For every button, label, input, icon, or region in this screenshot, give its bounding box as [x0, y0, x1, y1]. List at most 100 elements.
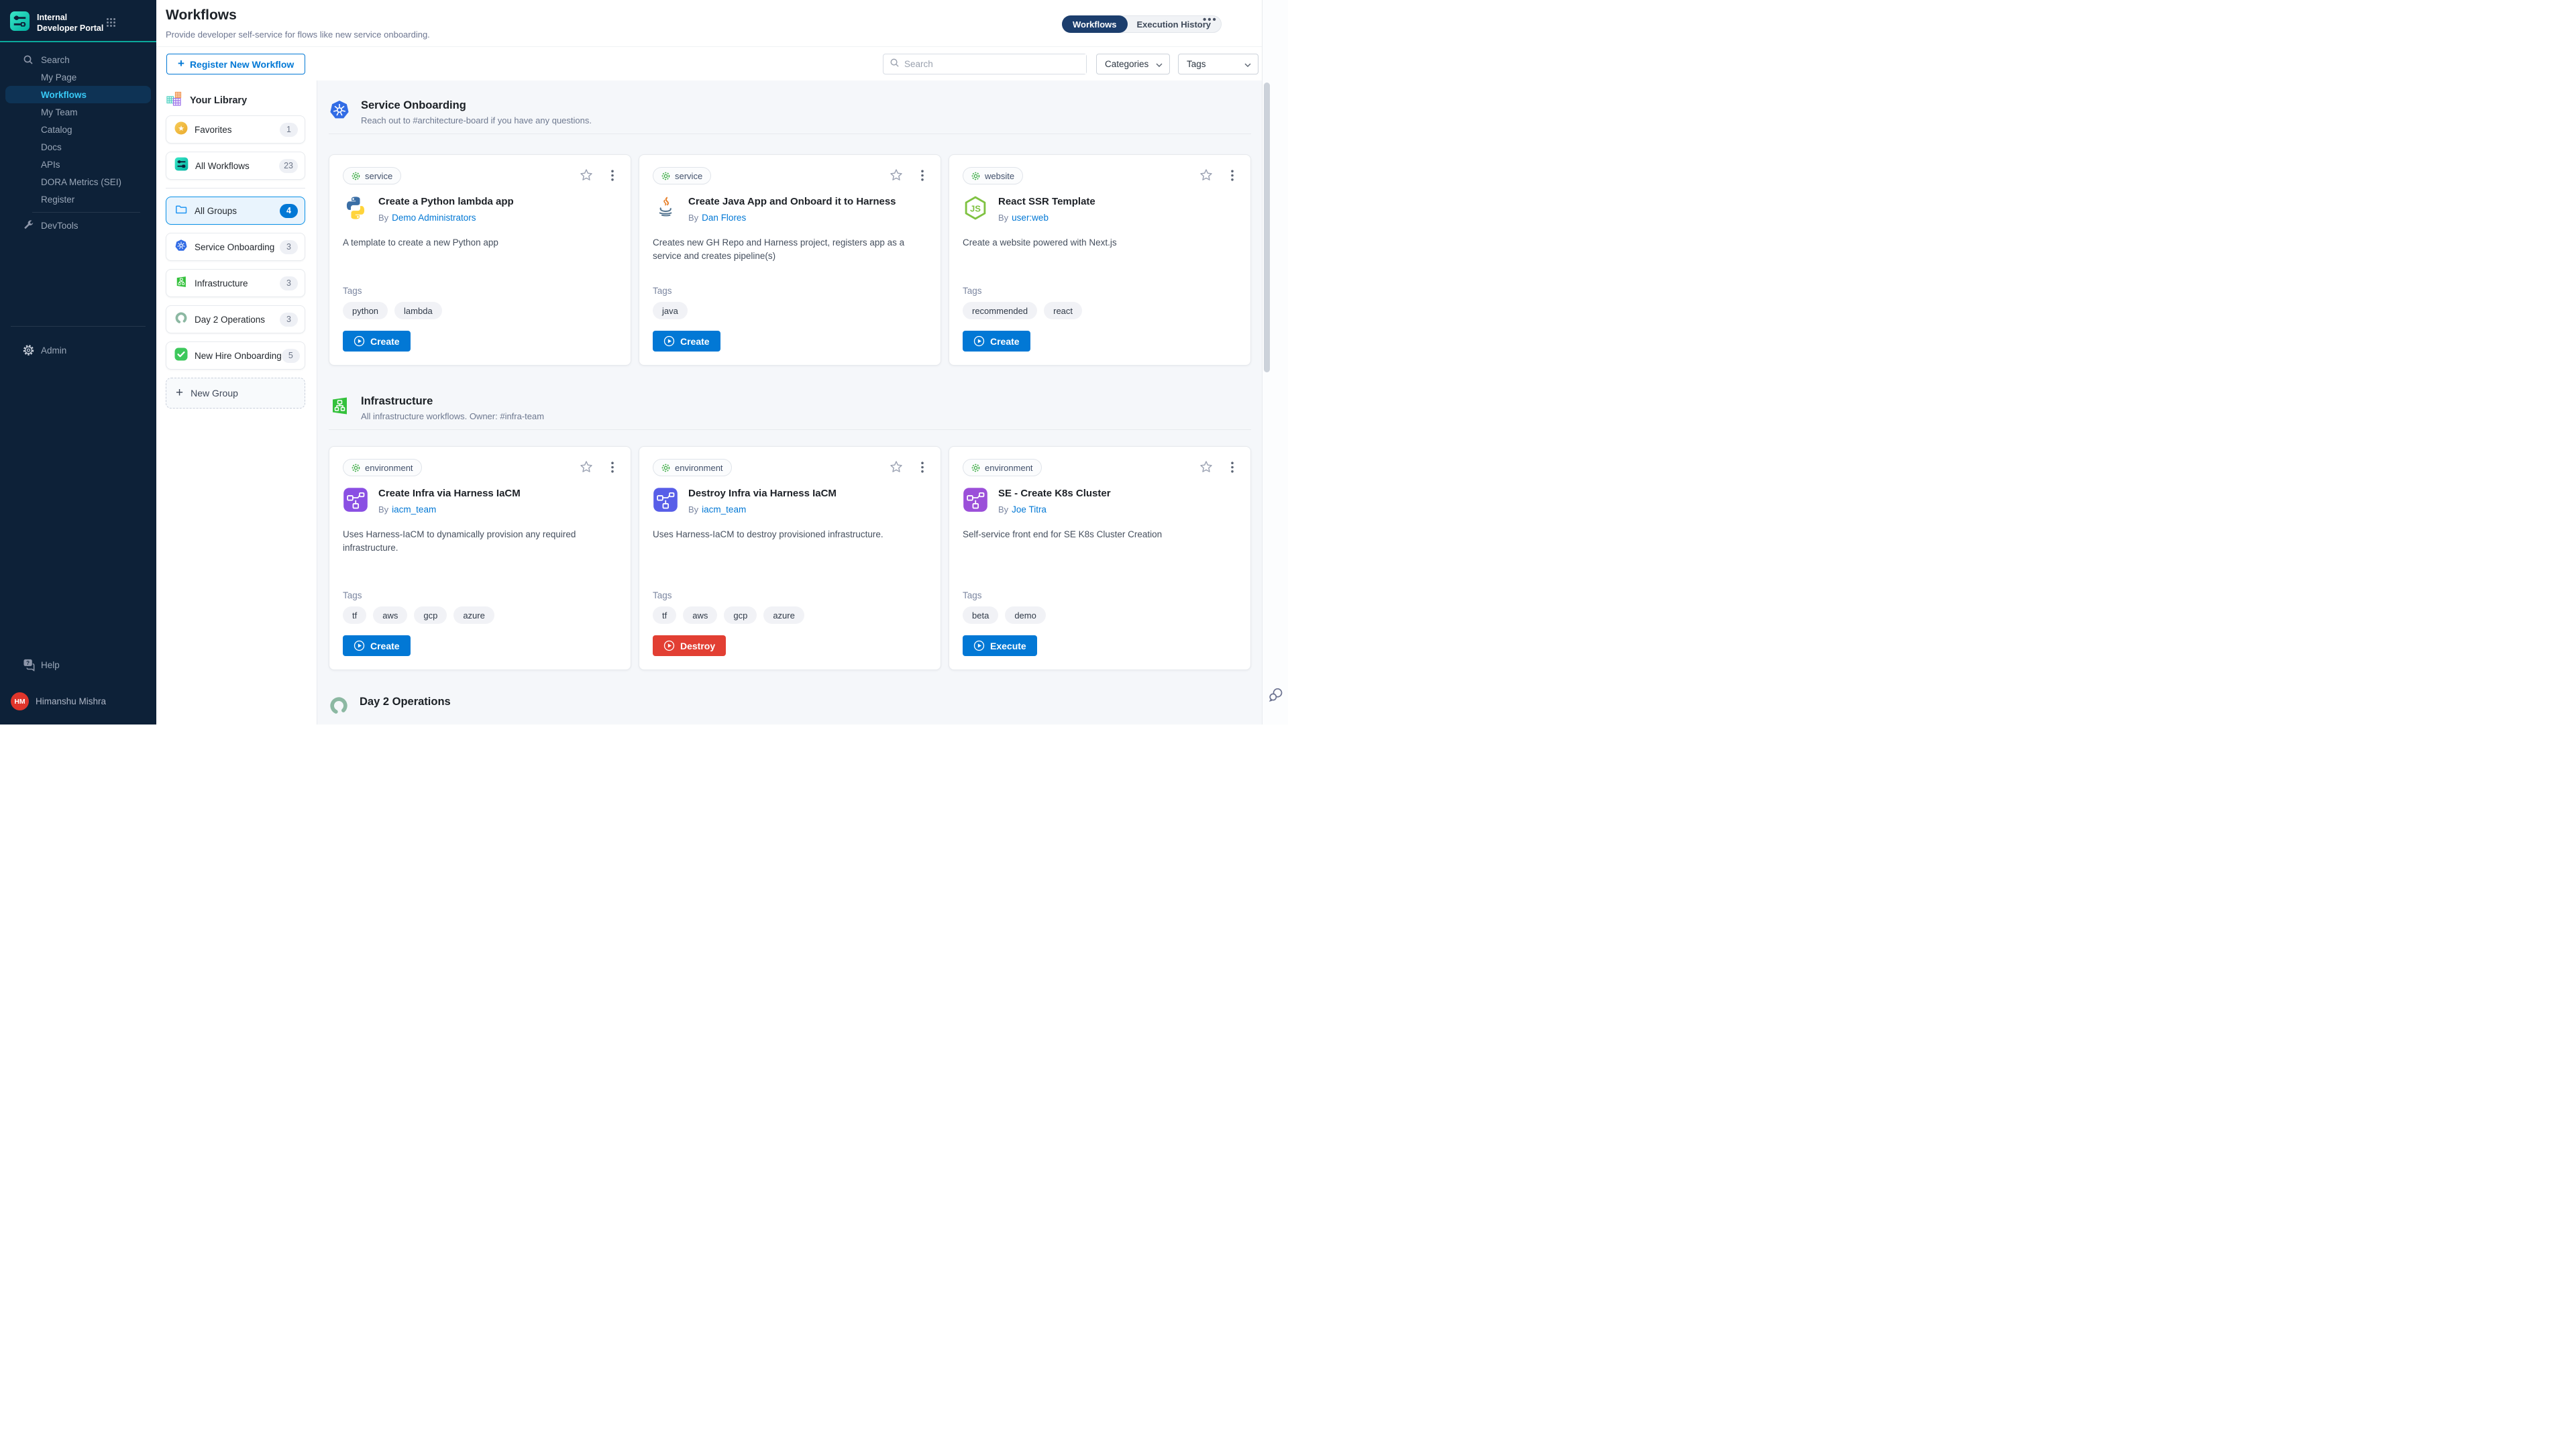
workflow-card-se-k8s-cluster: environment SE - Create K8s Cluster ByJo…: [949, 446, 1251, 670]
help-chat-icon: ?: [23, 659, 36, 672]
tag-pill: demo: [1005, 606, 1046, 624]
section-title: Service Onboarding: [361, 99, 592, 112]
apps-grid-icon[interactable]: [106, 17, 116, 31]
nav-divider: [32, 212, 140, 213]
sidebar-item-help[interactable]: ? Help: [0, 656, 156, 674]
kebab-menu-icon[interactable]: [611, 170, 614, 181]
author-link[interactable]: Joe Titra: [1012, 504, 1046, 515]
toggle-workflows[interactable]: Workflows: [1062, 15, 1128, 33]
star-icon[interactable]: [1199, 168, 1213, 182]
tag-pill: tf: [343, 606, 366, 624]
count-badge: 4: [280, 204, 298, 218]
sidebar-item-catalog[interactable]: Catalog: [0, 121, 156, 138]
sidebar-item-my-page[interactable]: My Page: [0, 68, 156, 86]
kebab-menu-icon[interactable]: [921, 462, 924, 473]
tag-pill: aws: [373, 606, 407, 624]
user-menu[interactable]: HM Himanshu Mishra: [0, 692, 156, 710]
tags-label: Tags: [653, 286, 927, 296]
card-byline: Byuser:web: [998, 213, 1095, 223]
favorites-star-icon: ★: [174, 121, 188, 138]
author-link[interactable]: iacm_team: [702, 504, 746, 515]
sidebar-item-label: My Team: [41, 107, 78, 117]
sidebar-item-search[interactable]: Search: [0, 51, 156, 68]
svg-text:JS: JS: [970, 203, 981, 213]
section-title: Infrastructure: [361, 395, 544, 408]
library-item-favorites[interactable]: ★ Favorites 1: [166, 115, 305, 144]
library-item-all-workflows[interactable]: All Workflows 23: [166, 152, 305, 180]
tag-pill: tf: [653, 606, 676, 624]
sidebar-item-label: DevTools: [41, 221, 78, 231]
search-icon: [23, 54, 34, 65]
ring-icon: [174, 311, 188, 328]
workflow-search: [883, 54, 1087, 74]
card-byline: Byiacm_team: [688, 504, 837, 515]
card-description: Self-service front end for SE K8s Cluste…: [963, 528, 1237, 591]
destroy-button[interactable]: Destroy: [653, 635, 726, 656]
library-item-all-groups[interactable]: All Groups 4: [166, 197, 305, 225]
tag-pill: gcp: [724, 606, 757, 624]
kebab-menu-icon[interactable]: [1231, 170, 1234, 181]
sidebar-item-apis[interactable]: APIs: [0, 156, 156, 173]
author-link[interactable]: iacm_team: [392, 504, 436, 515]
sidebar-item-label: APIs: [41, 160, 60, 170]
sidebar-item-label: My Page: [41, 72, 76, 83]
kind-badge: website: [963, 167, 1023, 184]
tags-select[interactable]: Tags: [1178, 54, 1258, 74]
execute-button[interactable]: Execute: [963, 635, 1037, 656]
card-description: A template to create a new Python app: [343, 236, 617, 286]
sidebar-item-my-team[interactable]: My Team: [0, 103, 156, 121]
sidebar-item-admin[interactable]: Admin: [0, 341, 156, 359]
library-item-service-onboarding[interactable]: Service Onboarding 3: [166, 233, 305, 261]
count-badge: 3: [280, 313, 298, 327]
kebab-menu-icon[interactable]: [1231, 462, 1234, 473]
create-button[interactable]: Create: [343, 331, 411, 352]
count-badge: 5: [282, 349, 300, 363]
card-title: React SSR Template: [998, 195, 1095, 209]
new-group-button[interactable]: + New Group: [166, 378, 305, 409]
card-byline: ByJoe Titra: [998, 504, 1111, 515]
page-header: Workflows Provide developer self-service…: [156, 0, 1262, 47]
section-subtitle: All infrastructure workflows. Owner: #in…: [361, 411, 544, 421]
plus-icon: +: [178, 57, 184, 70]
library-item-infrastructure[interactable]: Infrastructure 3: [166, 269, 305, 297]
chat-bubbles-icon[interactable]: [1268, 687, 1284, 703]
library-item-new-hire-onboarding[interactable]: New Hire Onboarding 5: [166, 341, 305, 370]
search-input[interactable]: [904, 54, 1086, 74]
star-icon[interactable]: [1199, 460, 1213, 474]
sidebar-item-workflows[interactable]: Workflows: [5, 86, 151, 103]
vertical-scrollbar[interactable]: [1264, 83, 1270, 372]
section-service-onboarding-header: Service Onboarding Reach out to #archite…: [329, 99, 1251, 125]
card-title: Create a Python lambda app: [378, 195, 514, 209]
kebab-menu-icon[interactable]: [611, 462, 614, 473]
workflows-logo-icon: [174, 157, 189, 174]
workflow-card-destroy-infra: environment Destroy Infra via Harness Ia…: [639, 446, 941, 670]
author-link[interactable]: Dan Flores: [702, 213, 746, 223]
overflow-menu-icon[interactable]: •••: [1203, 14, 1218, 25]
register-new-workflow-button[interactable]: + Register New Workflow: [166, 54, 305, 74]
star-icon[interactable]: [580, 168, 593, 182]
star-icon[interactable]: [890, 460, 903, 474]
tag-pill: beta: [963, 606, 998, 624]
create-button[interactable]: Create: [653, 331, 720, 352]
sidebar-item-docs[interactable]: Docs: [0, 138, 156, 156]
create-button[interactable]: Create: [343, 635, 411, 656]
sidebar-item-register[interactable]: Register: [0, 191, 156, 208]
library-item-day2-operations[interactable]: Day 2 Operations 3: [166, 305, 305, 333]
star-icon[interactable]: [580, 460, 593, 474]
sidebar-item-dora-metrics[interactable]: DORA Metrics (SEI): [0, 173, 156, 191]
python-logo-icon: [343, 195, 368, 221]
library-title: Your Library: [166, 92, 317, 109]
iacm-flowchart-icon: [653, 487, 678, 513]
tag-pill: java: [653, 302, 688, 319]
kebab-menu-icon[interactable]: [921, 170, 924, 181]
create-button[interactable]: Create: [963, 331, 1030, 352]
java-logo-icon: [653, 195, 678, 221]
star-icon[interactable]: [890, 168, 903, 182]
sidebar-item-label: Workflows: [41, 90, 87, 100]
sidebar-item-devtools[interactable]: DevTools: [0, 217, 156, 234]
categories-select[interactable]: Categories: [1096, 54, 1170, 74]
count-badge: 23: [279, 159, 298, 173]
author-link[interactable]: Demo Administrators: [392, 213, 476, 223]
library-cubes-icon: [166, 91, 183, 111]
author-link[interactable]: user:web: [1012, 213, 1049, 223]
